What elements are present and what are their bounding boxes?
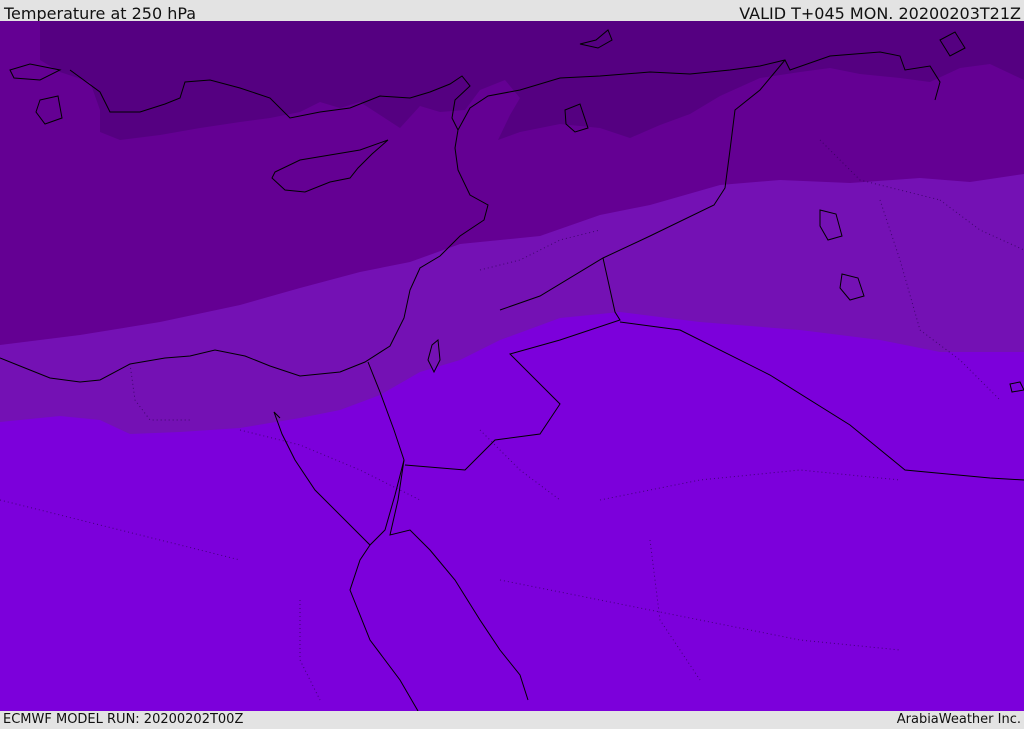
footer-bar: ECMWF MODEL RUN: 20200202T00Z ArabiaWeat… bbox=[0, 711, 1024, 729]
model-run: ECMWF MODEL RUN: 20200202T00Z bbox=[3, 712, 244, 727]
credit: ArabiaWeather Inc. bbox=[896, 712, 1021, 727]
weather-map bbox=[0, 21, 1024, 712]
header-bar: Temperature at 250 hPa VALID T+045 MON. … bbox=[0, 0, 1024, 23]
